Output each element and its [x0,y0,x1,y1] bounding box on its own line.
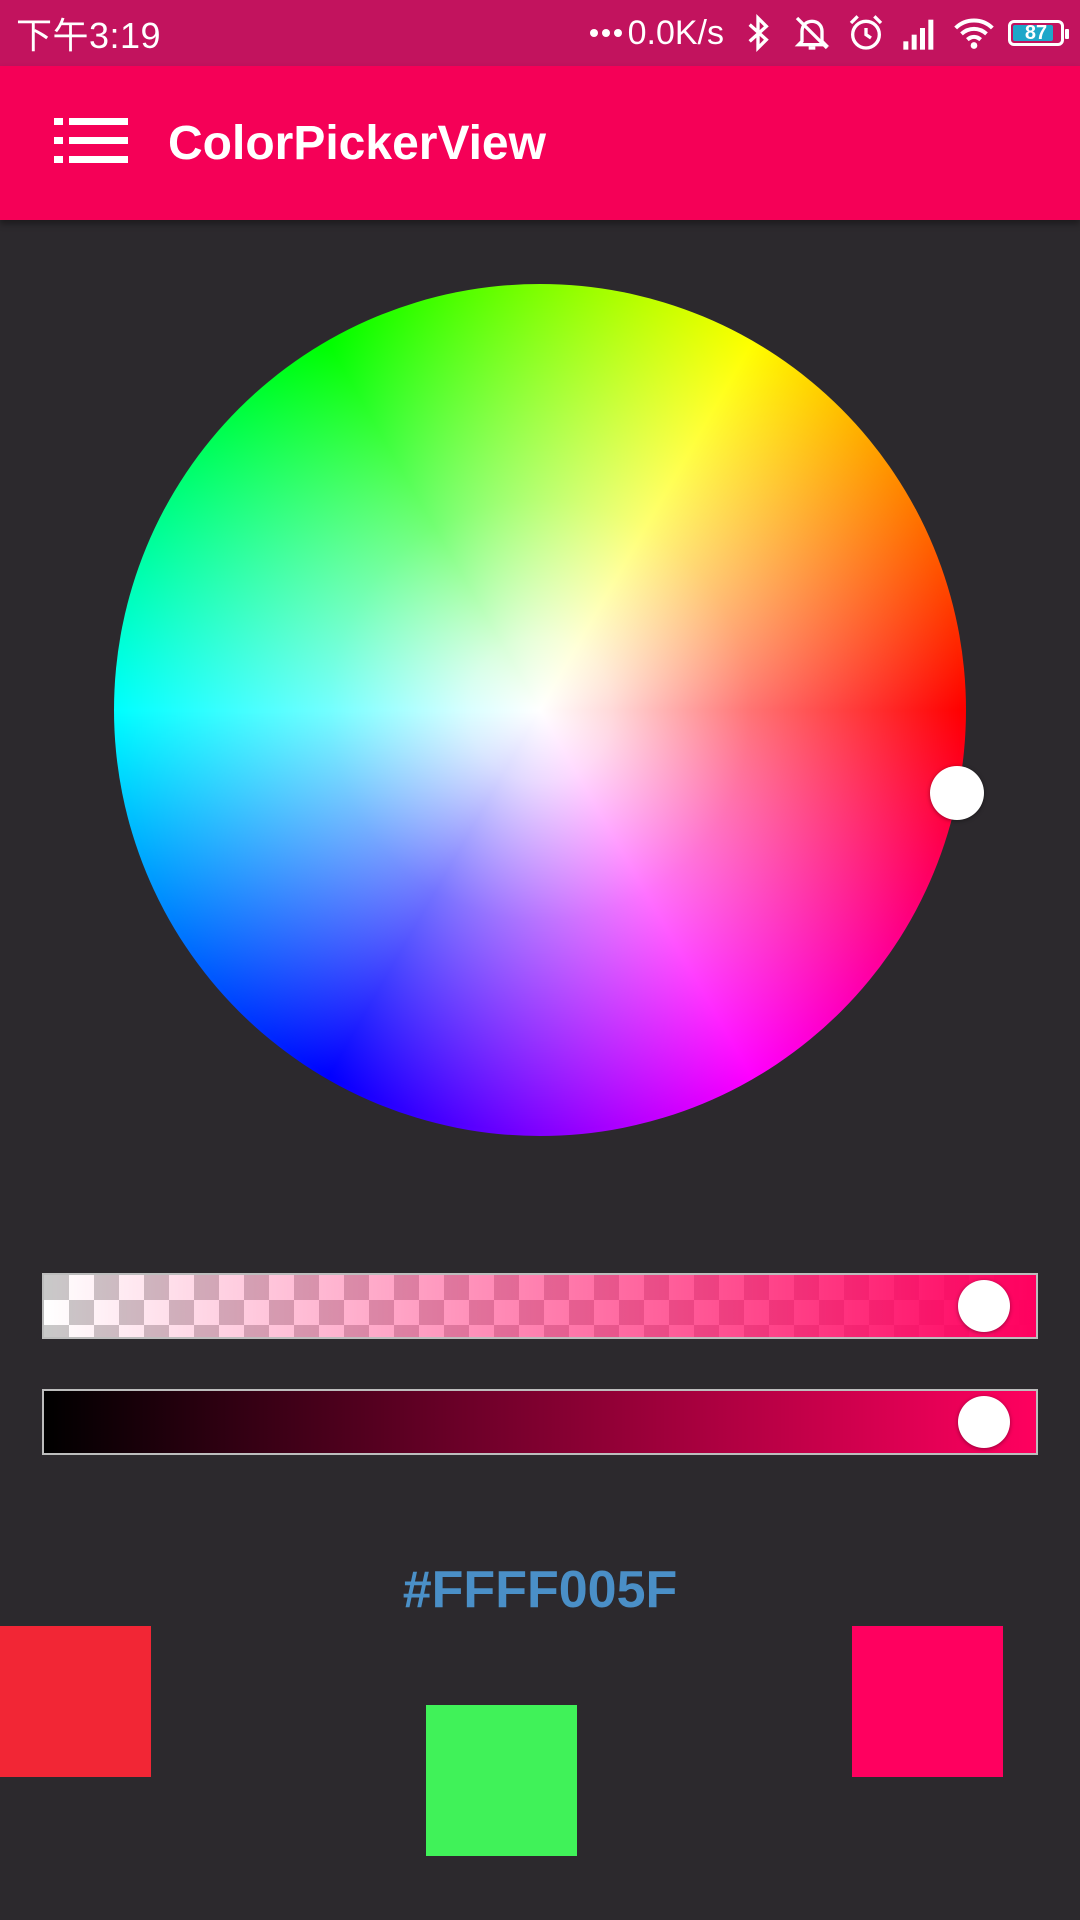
menu-list-icon[interactable] [54,118,128,164]
app-title: ColorPickerView [168,117,546,170]
battery-percent: 87 [1024,21,1048,44]
network-speed: 0.0K/s [589,13,724,53]
alarm-icon [849,15,883,50]
status-icons: 0.0K/s 87 [589,13,1069,53]
app-bar: ColorPickerView [0,66,1080,220]
battery-icon: 87 [1008,20,1069,46]
color-wheel[interactable] [114,284,966,1136]
network-speed-value: 0.0K/s [627,13,724,52]
color-wheel-selector[interactable] [930,766,984,820]
status-bar: 下午3:19 0.0K/s 87 [0,0,1080,66]
color-swatch-red[interactable] [0,1626,151,1777]
signal-icon [903,19,934,50]
mute-icon [794,16,830,50]
alpha-slider[interactable] [42,1273,1038,1339]
more-dots-icon [589,29,622,37]
status-time: 下午3:19 [16,15,162,56]
alpha-slider-thumb[interactable] [958,1280,1010,1332]
hex-color-label: #FFFF005F [402,1561,678,1619]
wifi-icon [954,18,994,49]
brightness-slider[interactable] [42,1389,1038,1455]
brightness-slider-thumb[interactable] [958,1396,1010,1448]
bluetooth-icon [748,13,769,53]
color-swatch-green[interactable] [426,1705,577,1856]
color-swatch-pink[interactable] [852,1626,1003,1777]
